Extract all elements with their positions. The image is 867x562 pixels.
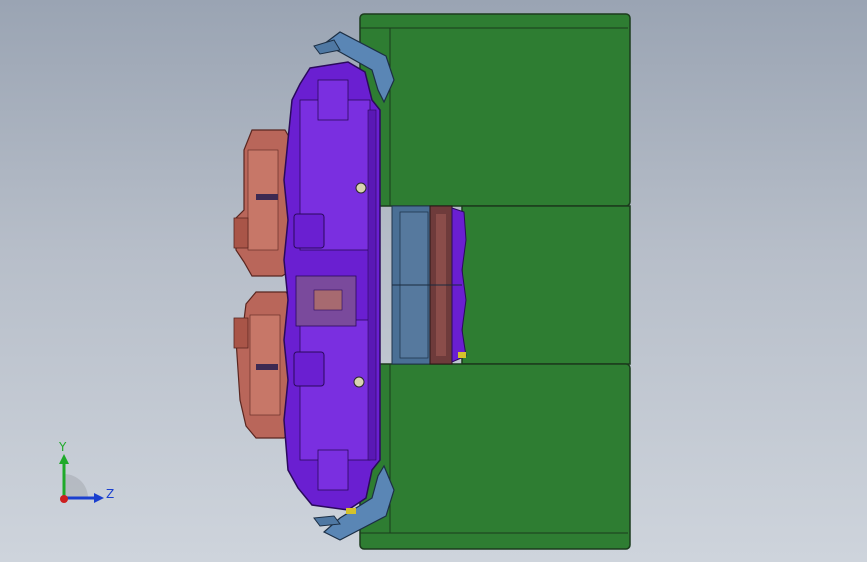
y-axis-arrow-icon	[59, 454, 69, 464]
yellow-tab	[346, 508, 356, 514]
stub-bottom	[256, 364, 278, 370]
purple-latch-bottom	[293, 351, 325, 387]
green-block-top[interactable]	[359, 13, 631, 207]
screw-bottom	[353, 376, 365, 388]
triad-origin-wedge	[64, 474, 88, 498]
z-axis-arrow-icon	[94, 493, 104, 503]
z-axis-label: Z	[106, 487, 114, 501]
purple-housing[interactable]	[256, 61, 381, 511]
axis-triad: Y Z	[58, 440, 114, 503]
blue-bracket-bottom-arm	[313, 515, 341, 527]
green-block-bottom[interactable]	[359, 363, 631, 550]
salmon-motor-bottom-tab	[233, 317, 249, 349]
purple-clip-top	[317, 79, 349, 121]
salmon-motor-top-tab	[233, 217, 249, 249]
purple-clip-bottom	[317, 449, 349, 491]
purple-housing-window-part	[313, 289, 343, 311]
cad-viewport[interactable]	[0, 0, 867, 562]
y-axis-label: Y	[58, 440, 67, 454]
purple-housing-panel-bottom	[299, 319, 371, 461]
screw-top	[355, 182, 367, 194]
purple-latch-top	[293, 213, 325, 249]
center-assembly[interactable]	[391, 205, 467, 365]
x-axis-icon	[60, 495, 68, 503]
stub-top	[256, 194, 278, 200]
purple-rail	[367, 109, 377, 461]
green-block-middle[interactable]	[461, 205, 631, 365]
yellow-marker	[458, 352, 466, 358]
